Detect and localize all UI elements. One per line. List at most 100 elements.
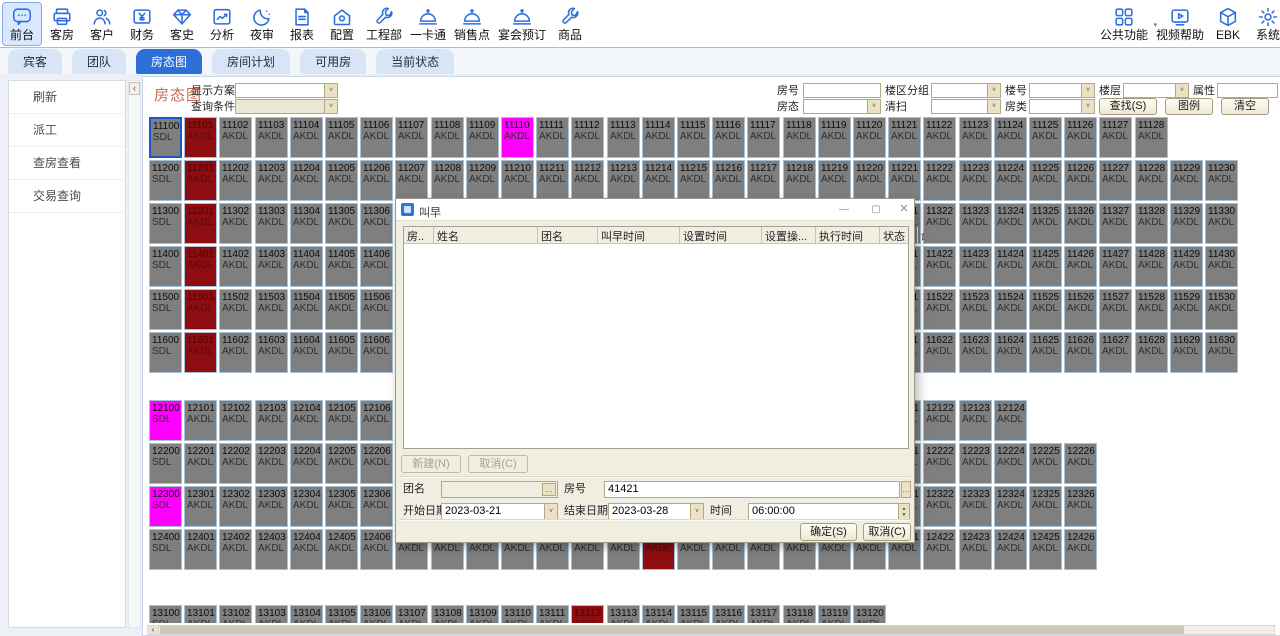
- room-cell-13101[interactable]: 13101AKDL: [184, 605, 217, 623]
- room-cell-11207[interactable]: 11207AKDL: [395, 160, 428, 201]
- room-cell-12205[interactable]: 12205AKDL: [325, 443, 358, 484]
- room-cell-12226[interactable]: 12226AKDL: [1064, 443, 1097, 484]
- toolbar-item-系统[interactable]: 系统: [1248, 2, 1280, 46]
- room-cell-11202[interactable]: 11202AKDL: [219, 160, 252, 201]
- room-cell-11107[interactable]: 11107AKDL: [395, 117, 428, 158]
- room-cell-11216[interactable]: 11216AKDL: [712, 160, 745, 201]
- room-cell-11109[interactable]: 11109AKDL: [466, 117, 499, 158]
- room-cell-11128[interactable]: 11128AKDL: [1135, 117, 1168, 158]
- room-cell-11221[interactable]: 11221AKDL: [888, 160, 921, 201]
- room-cell-13112[interactable]: 13112AKDL: [571, 605, 604, 623]
- ellipsis-button[interactable]: …: [901, 481, 911, 498]
- room-cell-11122[interactable]: 11122AKDL: [923, 117, 956, 158]
- table-column-header[interactable]: 命令类型: [918, 227, 924, 243]
- ok-button[interactable]: 确定(S): [800, 523, 857, 541]
- room-cell-11116[interactable]: 11116AKDL: [712, 117, 745, 158]
- tab-房间计划[interactable]: 房间计划: [212, 49, 290, 74]
- room-cell-11119[interactable]: 11119AKDL: [818, 117, 851, 158]
- collapse-sidebar-button[interactable]: ‹: [129, 82, 140, 95]
- room-cell-11302[interactable]: 11302AKDL: [219, 203, 252, 244]
- room-cell-11628[interactable]: 11628AKDL: [1135, 332, 1168, 373]
- room-cell-11200[interactable]: 11200SDL: [149, 160, 182, 201]
- query-condition-select[interactable]: ˅: [235, 99, 338, 114]
- room-cell-11529[interactable]: 11529AKDL: [1170, 289, 1203, 330]
- room-cell-11330[interactable]: 11330AKDL: [1205, 203, 1238, 244]
- room-cell-13104[interactable]: 13104AKDL: [290, 605, 323, 623]
- scroll-left-icon[interactable]: ‹: [148, 626, 159, 634]
- room-cell-12103[interactable]: 12103AKDL: [255, 400, 288, 441]
- room-cell-12402[interactable]: 12402AKDL: [219, 529, 252, 570]
- room-cell-11124[interactable]: 11124AKDL: [994, 117, 1027, 158]
- room-cell-11323[interactable]: 11323AKDL: [959, 203, 992, 244]
- room-cell-13117[interactable]: 13117AKDL: [747, 605, 780, 623]
- room-cell-11601[interactable]: 11601AKDL: [184, 332, 217, 373]
- building-no-select[interactable]: ˅: [1029, 83, 1095, 98]
- toolbar-item-夜审[interactable]: 夜审: [242, 2, 282, 46]
- attribute-input[interactable]: [1217, 83, 1278, 98]
- spinner-arrows-icon[interactable]: ▲▼: [898, 504, 909, 519]
- room-status-select[interactable]: ˅: [803, 99, 881, 114]
- room-cell-11108[interactable]: 11108AKDL: [431, 117, 464, 158]
- table-column-header[interactable]: 设置操...: [762, 227, 816, 243]
- room-cell-11326[interactable]: 11326AKDL: [1064, 203, 1097, 244]
- room-cell-11524[interactable]: 11524AKDL: [994, 289, 1027, 330]
- room-cell-11624[interactable]: 11624AKDL: [994, 332, 1027, 373]
- room-cell-12424[interactable]: 12424AKDL: [994, 529, 1027, 570]
- close-icon[interactable]: ✕: [896, 202, 912, 218]
- search-button[interactable]: 查找(S): [1099, 98, 1157, 115]
- room-cell-13115[interactable]: 13115AKDL: [677, 605, 710, 623]
- room-cell-11322[interactable]: 11322AKDL: [923, 203, 956, 244]
- tab-当前状态[interactable]: 当前状态: [376, 49, 454, 74]
- room-cell-12203[interactable]: 12203AKDL: [255, 443, 288, 484]
- room-cell-11230[interactable]: 11230AKDL: [1205, 160, 1238, 201]
- tab-可用房[interactable]: 可用房: [300, 49, 366, 74]
- table-column-header[interactable]: 房..: [404, 227, 434, 243]
- toolbar-item-商品[interactable]: 商品: [550, 2, 590, 46]
- room-cell-11102[interactable]: 11102AKDL: [219, 117, 252, 158]
- room-cell-13116[interactable]: 13116AKDL: [712, 605, 745, 623]
- room-cell-11630[interactable]: 11630AKDL: [1205, 332, 1238, 373]
- legend-button[interactable]: 图例: [1165, 98, 1213, 115]
- room-cell-12405[interactable]: 12405AKDL: [325, 529, 358, 570]
- scrollbar-thumb[interactable]: [160, 626, 1184, 634]
- room-cell-12102[interactable]: 12102AKDL: [219, 400, 252, 441]
- room-cell-12100[interactable]: 12100SDL: [149, 400, 182, 441]
- maximize-icon[interactable]: ▢: [868, 202, 884, 218]
- sidebar-item-派工[interactable]: 派工: [9, 114, 125, 147]
- minimize-icon[interactable]: —: [836, 202, 852, 218]
- room-cell-11212[interactable]: 11212AKDL: [571, 160, 604, 201]
- table-column-header[interactable]: 姓名: [434, 227, 538, 243]
- room-cell-12422[interactable]: 12422AKDL: [923, 529, 956, 570]
- room-cell-12123[interactable]: 12123AKDL: [959, 400, 992, 441]
- room-cell-11403[interactable]: 11403AKDL: [255, 246, 288, 287]
- room-no-input[interactable]: 41421: [604, 481, 900, 498]
- room-cell-11426[interactable]: 11426AKDL: [1064, 246, 1097, 287]
- room-cell-11622[interactable]: 11622AKDL: [923, 332, 956, 373]
- room-cell-11301[interactable]: 11301AKDL: [184, 203, 217, 244]
- room-cell-11303[interactable]: 11303AKDL: [255, 203, 288, 244]
- room-cell-11206[interactable]: 11206AKDL: [360, 160, 393, 201]
- toolbar-item-一卡通[interactable]: 一卡通: [406, 2, 450, 46]
- room-cell-11208[interactable]: 11208AKDL: [431, 160, 464, 201]
- room-cell-11218[interactable]: 11218AKDL: [783, 160, 816, 201]
- table-column-header[interactable]: 叫早时间: [598, 227, 680, 243]
- room-cell-11110[interactable]: 11110AKDL: [501, 117, 534, 158]
- room-cell-11214[interactable]: 11214AKDL: [642, 160, 675, 201]
- room-cell-11602[interactable]: 11602AKDL: [219, 332, 252, 373]
- room-cell-11530[interactable]: 11530AKDL: [1205, 289, 1238, 330]
- room-cell-11115[interactable]: 11115AKDL: [677, 117, 710, 158]
- room-cell-12122[interactable]: 12122AKDL: [923, 400, 956, 441]
- room-cell-11203[interactable]: 11203AKDL: [255, 160, 288, 201]
- room-cell-11306[interactable]: 11306AKDL: [360, 203, 393, 244]
- building-group-select[interactable]: ˅: [931, 83, 1001, 98]
- room-cell-11606[interactable]: 11606AKDL: [360, 332, 393, 373]
- toolbar-item-报表[interactable]: 报表: [282, 2, 322, 46]
- room-cell-11105[interactable]: 11105AKDL: [325, 117, 358, 158]
- room-cell-12426[interactable]: 12426AKDL: [1064, 529, 1097, 570]
- room-cell-11114[interactable]: 11114AKDL: [642, 117, 675, 158]
- room-cell-11224[interactable]: 11224AKDL: [994, 160, 1027, 201]
- room-cell-12106[interactable]: 12106AKDL: [360, 400, 393, 441]
- toolbar-item-客史[interactable]: 客史: [162, 2, 202, 46]
- room-cell-11217[interactable]: 11217AKDL: [747, 160, 780, 201]
- cancel-button[interactable]: 取消(C): [863, 523, 911, 541]
